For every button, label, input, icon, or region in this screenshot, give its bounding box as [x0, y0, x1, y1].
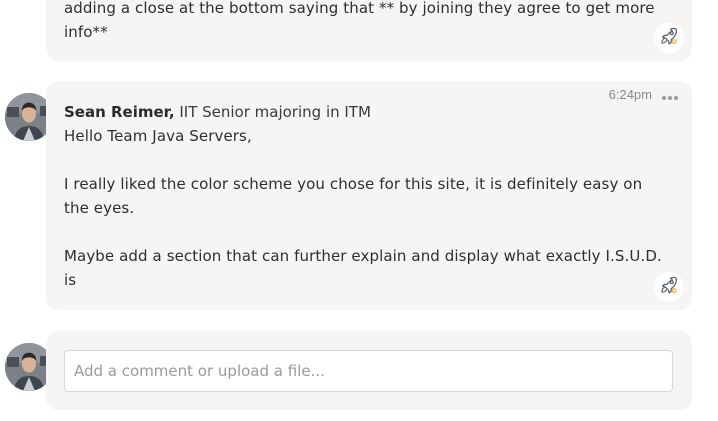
previous-comment-card: adding a close at the bottom saying that… — [46, 0, 692, 61]
rocket-boost-icon — [659, 26, 679, 50]
boost-button[interactable] — [654, 23, 684, 53]
comment-paragraph: I really liked the color scheme you chos… — [64, 175, 643, 217]
comment-paragraph: Hello Team Java Servers, — [64, 127, 252, 145]
comment-paragraph: Maybe add a section that can further exp… — [64, 247, 662, 289]
ellipsis-icon — [661, 86, 679, 105]
comment-timestamp[interactable]: 6:24pm — [609, 87, 652, 102]
previous-comment-body: adding a close at the bottom saying that… — [64, 0, 655, 41]
comment-composer — [46, 331, 692, 410]
author-title: IIT Senior majoring in ITM — [179, 103, 371, 121]
boost-button[interactable] — [654, 272, 684, 302]
rocket-boost-icon — [659, 275, 679, 299]
comment-author-line: Sean Reimer, IIT Senior majoring in ITM — [64, 100, 371, 124]
more-options-button[interactable] — [660, 85, 680, 105]
comment-input[interactable] — [64, 350, 673, 392]
comment-card: 6:24pm Sean Reimer, IIT Senior majoring … — [46, 81, 692, 310]
comment-body: Hello Team Java Servers, I really liked … — [64, 124, 662, 292]
author-name[interactable]: Sean Reimer, — [64, 103, 175, 121]
